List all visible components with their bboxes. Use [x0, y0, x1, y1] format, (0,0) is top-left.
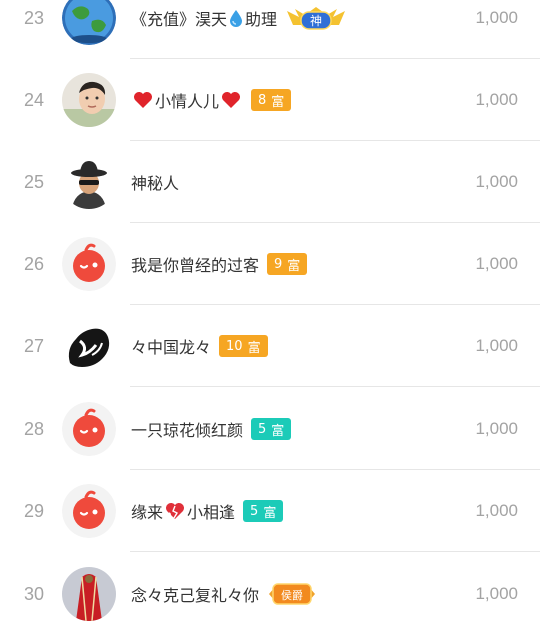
list-item[interactable]: 28 一只琼花倾红颜 5富 1,000	[0, 388, 540, 470]
rank-number: 28	[23, 418, 45, 439]
user-name[interactable]: 缘来 小相逢	[131, 499, 235, 523]
list-item[interactable]: 23 《充值》淏天 助理 神 1,000	[0, 0, 540, 59]
divider	[130, 386, 540, 387]
svg-text:侯爵: 侯爵	[281, 588, 303, 602]
noble-badge-marquis: 侯爵	[267, 581, 317, 607]
user-name[interactable]: 一只琼花倾红颜	[131, 417, 243, 441]
rank-number: 29	[23, 500, 45, 521]
wealth-badge: 9富	[267, 253, 308, 275]
rank-number: 26	[23, 253, 45, 274]
wealth-badge: 10 富	[219, 335, 268, 357]
heart-icon	[134, 92, 152, 108]
svg-text:神: 神	[310, 14, 322, 28]
avatar[interactable]	[62, 0, 116, 45]
score-value: 1,000	[475, 172, 518, 191]
rank-number: 30	[23, 583, 45, 604]
user-name[interactable]: 《充值》淏天 助理	[131, 6, 277, 30]
user-name[interactable]: 小情人儿	[131, 88, 243, 112]
wealth-badge: 5富	[243, 500, 284, 522]
list-item[interactable]: 26 我是你曾经的过客 9富 1,000	[0, 223, 540, 305]
user-name[interactable]: 念々克己复礼々你	[131, 582, 259, 606]
avatar[interactable]	[62, 319, 116, 373]
ranking-list: 23 《充值》淏天 助理 神 1,000 24 小情人儿 8 富 1,000 2…	[0, 0, 540, 633]
wealth-badge: 5富	[251, 418, 292, 440]
score-value: 1,000	[475, 90, 518, 109]
score-value: 1,000	[475, 254, 518, 273]
broken-heart-icon	[166, 503, 185, 519]
score-value: 1,000	[475, 8, 518, 27]
user-name[interactable]: 神秘人	[131, 170, 179, 194]
list-item[interactable]: 25 神秘人 1,000	[0, 141, 540, 223]
avatar[interactable]	[62, 484, 116, 538]
score-value: 1,000	[475, 501, 518, 520]
score-value: 1,000	[475, 419, 518, 438]
rank-number: 25	[23, 171, 45, 192]
wealth-badge: 8富	[251, 89, 292, 111]
water-drop-icon	[230, 10, 243, 27]
score-value: 1,000	[475, 584, 518, 603]
avatar[interactable]	[62, 237, 116, 291]
list-item[interactable]: 27 々中国龙々 10 富 1,000	[0, 305, 540, 387]
user-name[interactable]: 々中国龙々	[131, 334, 211, 358]
list-item[interactable]: 24 小情人儿 8富 1,000	[0, 59, 540, 141]
noble-badge-god: 神	[285, 5, 347, 31]
avatar[interactable]	[62, 73, 116, 127]
heart-icon	[222, 92, 241, 108]
list-item[interactable]: 30 念々克己复礼々你 侯爵 1,000	[0, 553, 540, 635]
rank-number: 23	[23, 7, 45, 28]
list-item[interactable]: 29 缘来 小相逢 5富 1,000	[0, 470, 540, 552]
avatar[interactable]	[62, 155, 116, 209]
user-name[interactable]: 我是你曾经的过客	[131, 252, 259, 276]
rank-number: 27	[23, 335, 45, 356]
divider	[130, 551, 540, 552]
score-value: 1,000	[475, 336, 518, 355]
avatar[interactable]	[62, 402, 116, 456]
avatar[interactable]	[62, 567, 116, 621]
rank-number: 24	[23, 89, 45, 110]
